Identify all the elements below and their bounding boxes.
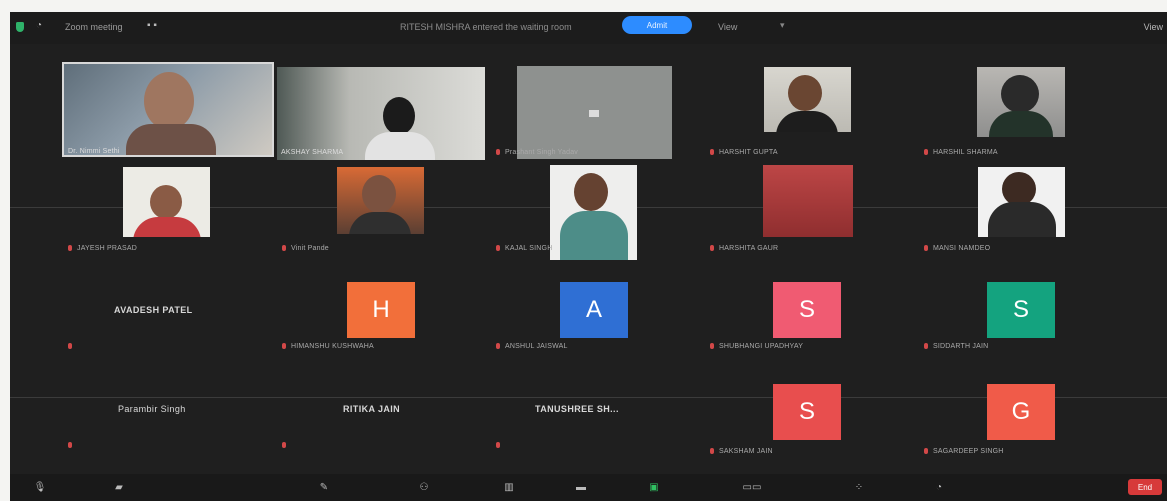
avatar: S <box>773 384 841 440</box>
mic-muted-icon <box>68 343 72 349</box>
mic-muted-icon <box>710 448 714 454</box>
breakout-rooms-icon[interactable]: ⁘ <box>845 479 873 495</box>
participant-name: HARSHITA GAUR <box>710 245 778 252</box>
mic-muted-icon <box>496 149 500 155</box>
scan-margin <box>0 0 1167 12</box>
participant-name: Prashant Singh Yadav <box>496 149 578 156</box>
microphone-icon[interactable]: 🎙 <box>26 479 54 495</box>
mic-muted-icon <box>282 343 286 349</box>
participant-name: JAYESH PRASAD <box>68 245 137 252</box>
participant-name: SHUBHANGI UPADHYAY <box>710 343 803 350</box>
zoom-window: ◔ Zoom meeting ▪ ▪ RITESH MISHRA entered… <box>10 12 1167 501</box>
video-feed <box>62 62 274 157</box>
participant-name: AKSHAY SHARMA <box>281 149 344 156</box>
chevron-down-icon[interactable]: ▾ <box>780 20 785 31</box>
video-feed <box>123 167 210 237</box>
participant-name: SAKSHAM JAIN <box>710 448 773 455</box>
participant-status <box>496 442 505 449</box>
video-feed <box>277 67 485 160</box>
see-waiting-room-button[interactable]: View <box>718 22 737 32</box>
participant-name: Dr. Nimmi Sethi <box>68 148 120 155</box>
polls-icon[interactable]: ▥ <box>495 479 523 495</box>
mic-muted-icon <box>282 442 286 448</box>
waiting-room-notice: RITESH MISHRA entered the waiting room <box>400 22 572 32</box>
meeting-title: Zoom meeting <box>65 22 123 32</box>
avatar: A <box>560 282 628 338</box>
reactions-icon[interactable]: ◔ <box>925 479 953 495</box>
mic-muted-icon <box>496 245 500 251</box>
video-feed <box>978 167 1065 237</box>
video-camera-icon[interactable]: ▰ <box>105 479 133 495</box>
video-feed <box>977 67 1065 137</box>
security-shield-icon[interactable] <box>16 22 24 32</box>
mic-muted-icon <box>710 343 714 349</box>
participant-status <box>68 343 77 350</box>
participant-name: SAGARDEEP SINGH <box>924 448 1004 455</box>
participant-name-display: Parambir Singh <box>118 404 186 414</box>
mic-muted-icon <box>924 245 928 251</box>
participant-name: HARSHIT GUPTA <box>710 149 778 156</box>
participant-status <box>68 442 77 449</box>
mic-muted-icon <box>710 149 714 155</box>
mic-muted-icon <box>68 442 72 448</box>
view-mode-button[interactable]: View <box>1144 22 1163 32</box>
mic-muted-icon <box>924 149 928 155</box>
mic-muted-icon <box>710 245 714 251</box>
mic-muted-icon <box>924 343 928 349</box>
video-feed <box>764 67 851 132</box>
mic-muted-icon <box>68 245 72 251</box>
chat-icon[interactable]: ▬ <box>567 479 595 495</box>
mic-muted-icon <box>282 245 286 251</box>
video-feed <box>517 66 672 159</box>
meeting-topbar: ◔ Zoom meeting ▪ ▪ RITESH MISHRA entered… <box>10 12 1167 44</box>
participant-status <box>282 442 291 449</box>
mic-muted-icon <box>496 442 500 448</box>
meeting-toolbar: 🎙 ▰ ✎ ⚇ ▥ ▬ ▣ ▭▭ ⁘ ◔ End <box>10 474 1167 501</box>
avatar: H <box>347 282 415 338</box>
admit-button[interactable]: Admit <box>622 16 692 34</box>
share-screen-icon[interactable]: ▣ <box>640 479 668 495</box>
mic-muted-icon <box>924 448 928 454</box>
avatar: S <box>987 282 1055 338</box>
info-icon[interactable]: ◔ <box>36 20 42 31</box>
participant-name: MANSI NAMDEO <box>924 245 990 252</box>
gallery-view-icon[interactable]: ▭▭ <box>738 479 766 495</box>
participant-name: HIMANSHU KUSHWAHA <box>282 343 374 350</box>
participant-name-display: AVADESH PATEL <box>114 305 193 315</box>
end-meeting-button[interactable]: End <box>1128 479 1162 495</box>
participant-name: Vinit Pande <box>282 245 329 252</box>
participant-name-display: TANUSHREE SH... <box>535 404 619 414</box>
security-icon[interactable]: ✎ <box>310 479 338 495</box>
participant-name: SIDDARTH JAIN <box>924 343 988 350</box>
mic-muted-icon <box>496 343 500 349</box>
avatar: G <box>987 384 1055 440</box>
camera-dots-icon[interactable]: ▪ ▪ <box>147 20 157 31</box>
video-feed <box>763 165 853 237</box>
participant-name: HARSHIL SHARMA <box>924 149 998 156</box>
video-feed <box>337 167 424 234</box>
video-feed <box>550 165 637 260</box>
avatar: S <box>773 282 841 338</box>
participant-name: KAJAL SINGH <box>496 245 552 252</box>
participant-name: ANSHUL JAISWAL <box>496 343 568 350</box>
participants-icon[interactable]: ⚇ <box>410 479 438 495</box>
participant-name-display: RITIKA JAIN <box>343 404 401 414</box>
